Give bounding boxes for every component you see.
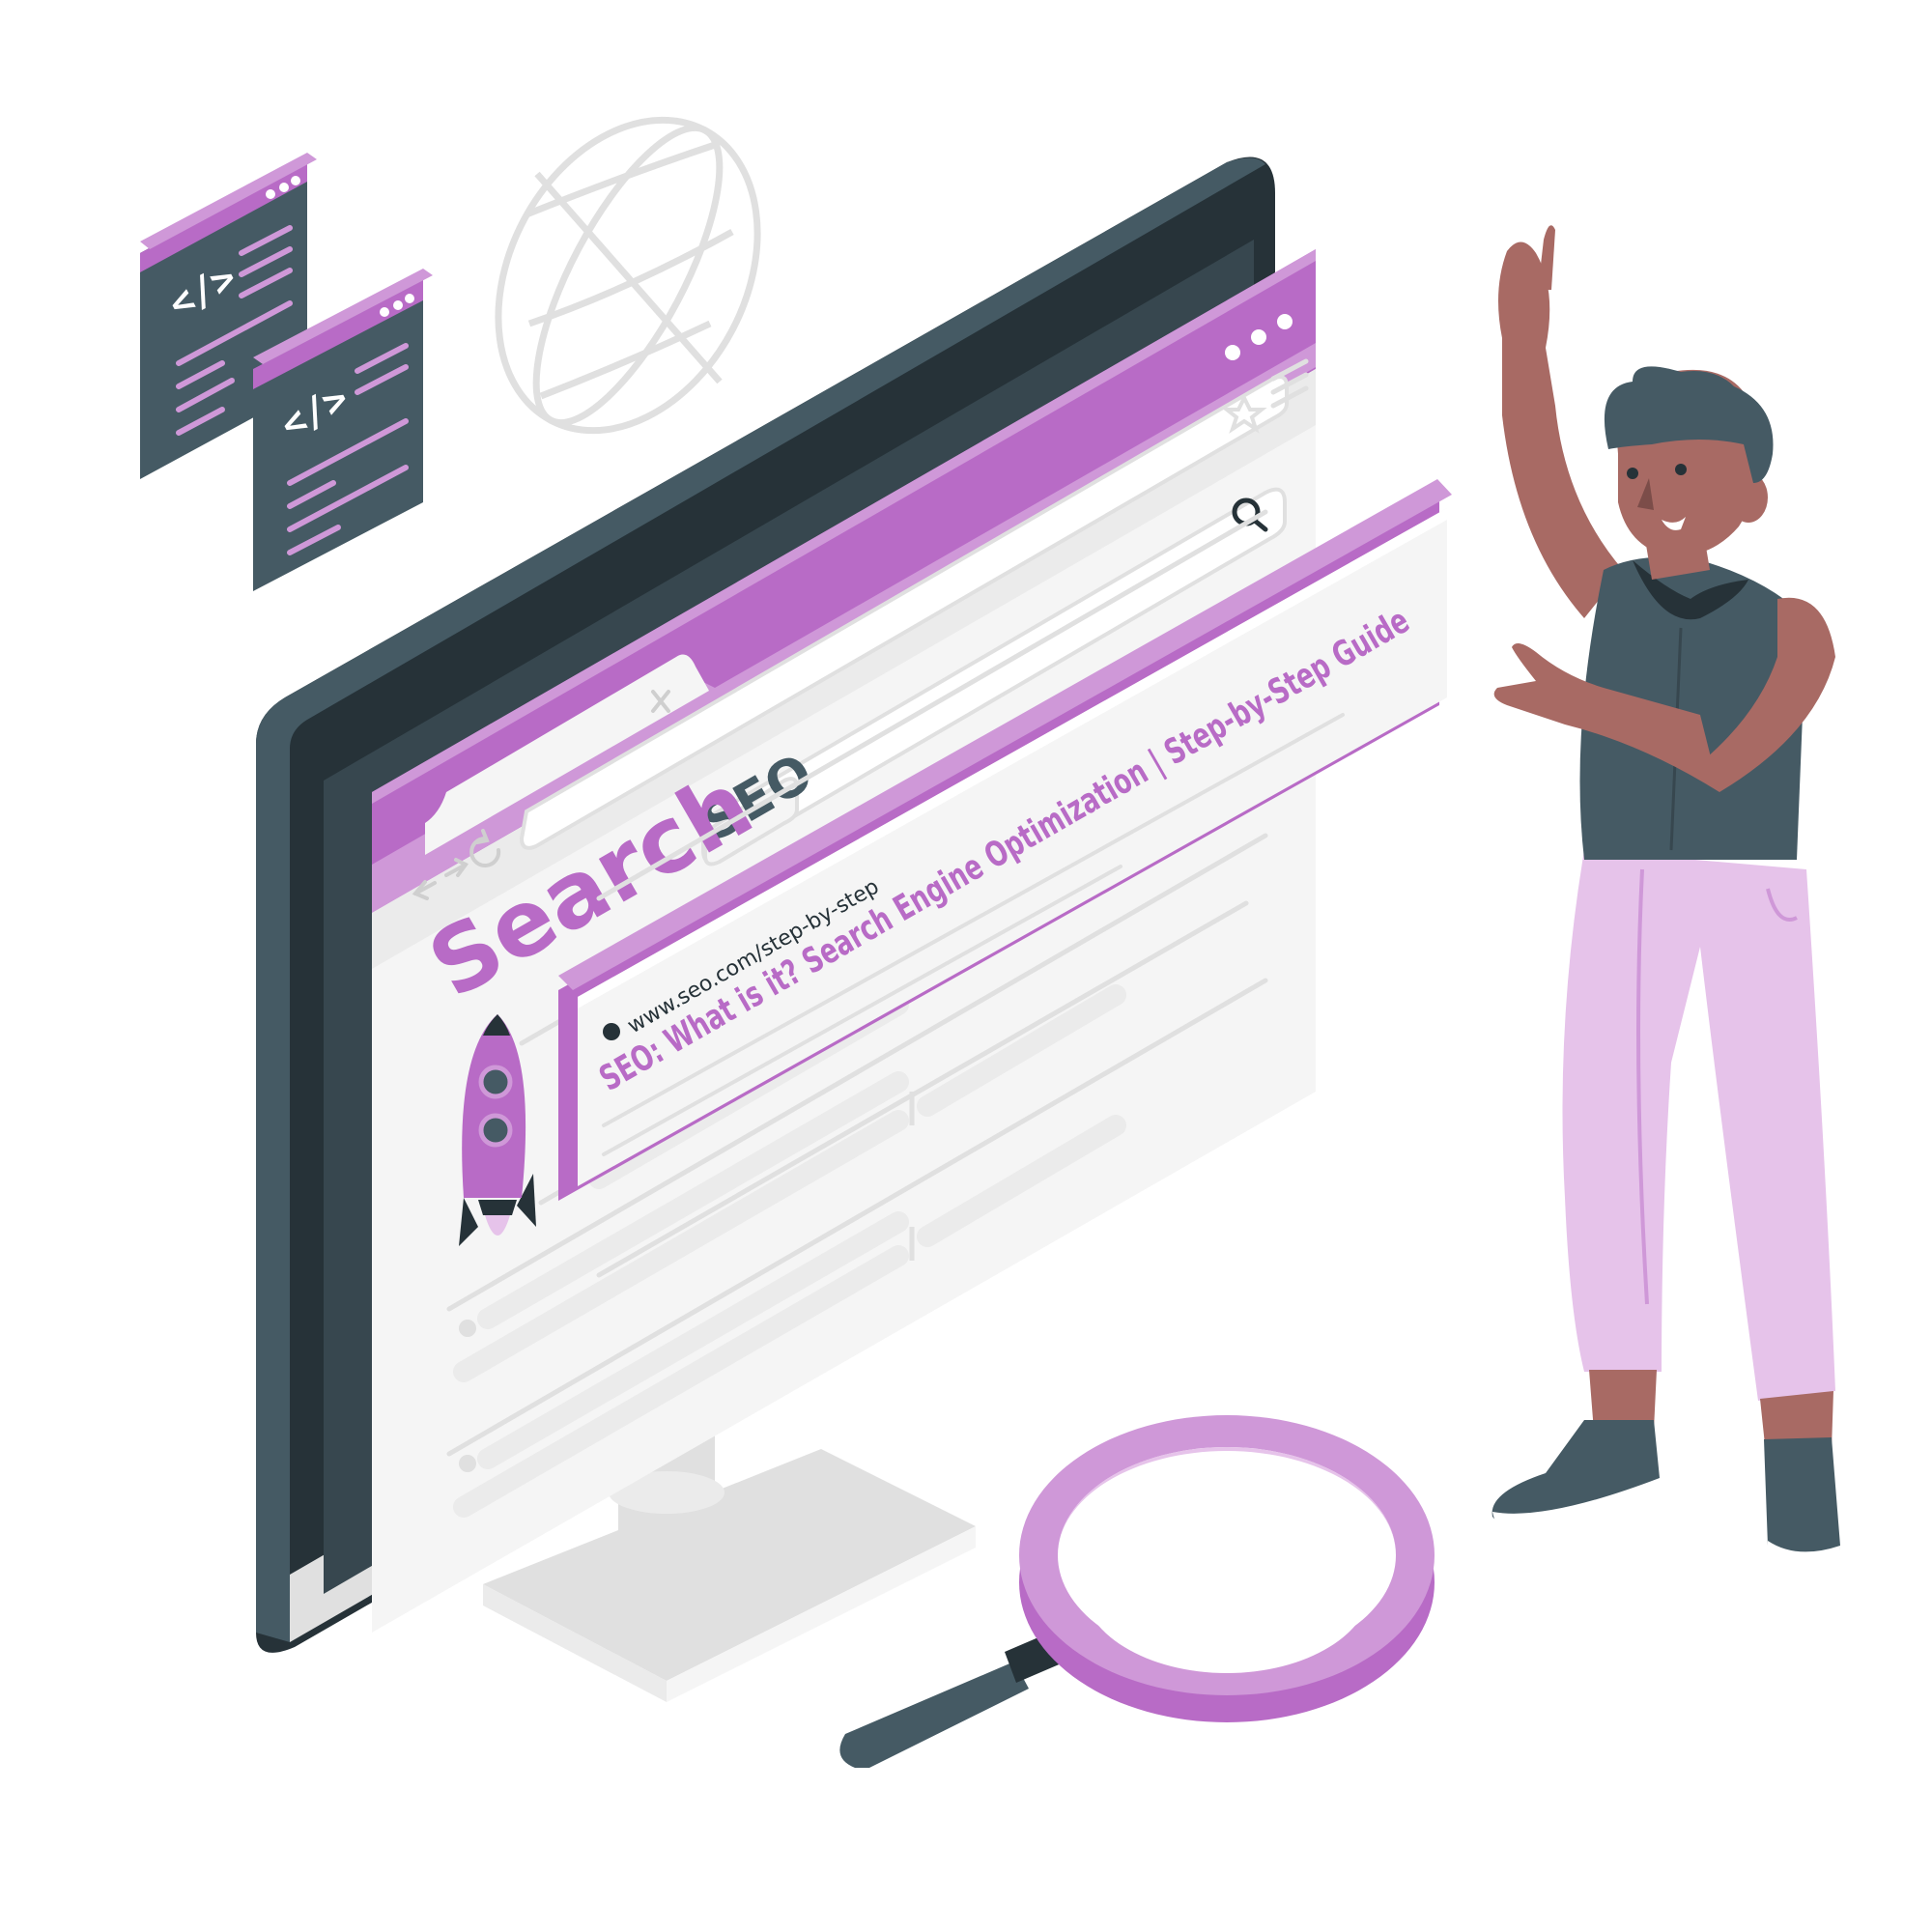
bullet [459,1320,476,1337]
person [1492,225,1840,1601]
bullet [459,1455,476,1472]
window-dot[interactable] [1225,345,1240,360]
magnifying-glass-icon [839,1415,1435,1768]
window-dot[interactable] [1277,314,1293,329]
globe-icon [495,116,761,435]
window-dot[interactable] [1251,329,1266,345]
result-favicon [603,1023,620,1040]
seo-illustration: </> </> SEO Search www.seo.com/step-by-s… [140,116,1840,1768]
illustration-stage: </> </> SEO Search www.seo.com/step-by-s… [0,0,1932,1932]
